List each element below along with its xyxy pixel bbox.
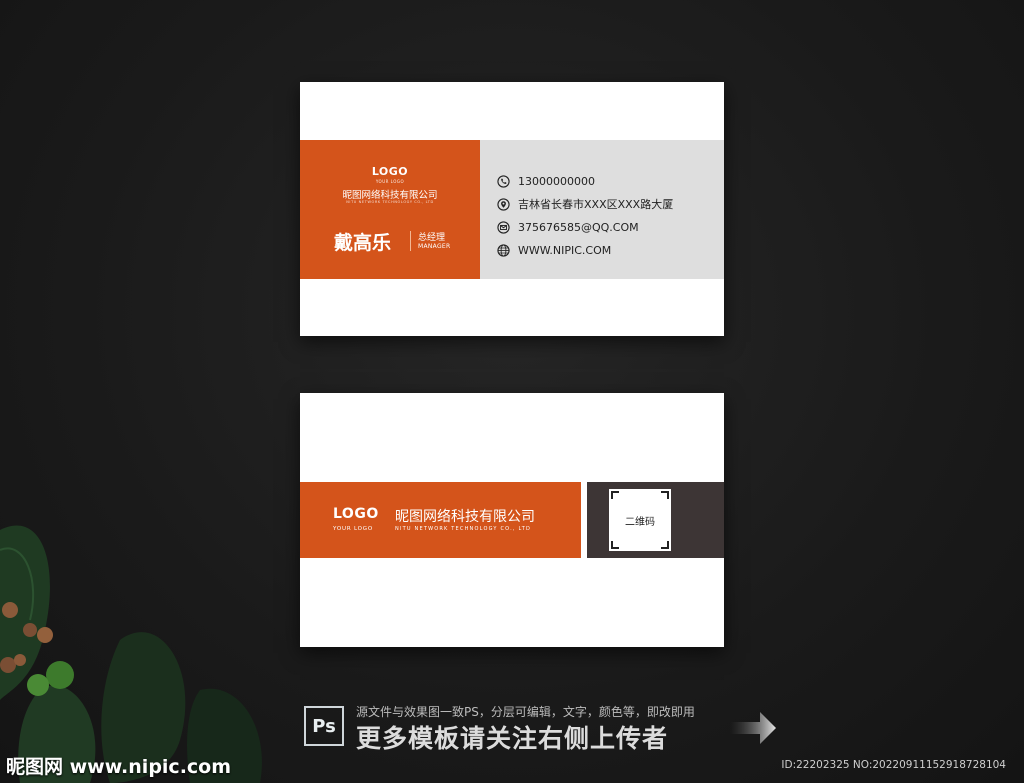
contact-website: WWW.NIPIC.COM — [497, 242, 611, 258]
person-name: 戴高乐 — [334, 232, 392, 254]
back-company-name-en: NITU NETWORK TECHNOLOGY CO., LTD — [395, 526, 532, 532]
contact-phone-text: 13000000000 — [518, 174, 595, 188]
contact-phone: 13000000000 — [497, 173, 595, 189]
site-watermark: 昵图网 www.nipic.com — [6, 756, 232, 778]
qr-code-placeholder: 二维码 — [609, 489, 671, 551]
location-pin-icon — [497, 197, 510, 211]
back-orange-band: LOGO YOUR LOGO 昵图网络科技有限公司 NITU NETWORK T… — [300, 482, 581, 558]
front-contact-panel: 13000000000 吉林省长春市XXX区XXX路大厦 375676585@Q… — [480, 140, 724, 279]
job-title: 总经理 — [418, 233, 446, 243]
back-dark-band: 二维码 — [587, 482, 724, 558]
photoshop-icon: Ps — [304, 706, 344, 746]
front-orange-panel: LOGO YOUR LOGO 昵图网络科技有限公司 NITU NETWORK T… — [300, 140, 480, 279]
globe-icon — [497, 243, 510, 257]
qr-corner-mark — [661, 541, 669, 549]
contact-address-text: 吉林省长春市XXX区XXX路大厦 — [518, 198, 674, 211]
arrow-right-icon — [730, 712, 776, 744]
front-logo: LOGO — [371, 165, 409, 178]
contact-email: 375676585@QQ.COM — [497, 219, 639, 235]
contact-address: 吉林省长春市XXX区XXX路大厦 — [497, 196, 673, 212]
front-logo-subtitle: YOUR LOGO — [375, 179, 405, 184]
phone-icon — [497, 174, 510, 188]
front-company-name-en: NITU NETWORK TECHNOLOGY CO., LTD — [346, 200, 434, 204]
qr-corner-mark — [611, 541, 619, 549]
footer-description: 源文件与效果图一致PS，分层可编辑，文字，颜色等，即改即用 — [356, 705, 695, 719]
name-title-divider — [410, 231, 411, 251]
footer-headline: 更多模板请关注右侧上传者 — [356, 724, 669, 753]
business-card-front: LOGO YOUR LOGO 昵图网络科技有限公司 NITU NETWORK T… — [300, 82, 724, 336]
front-company-name: 昵图网络科技有限公司 — [342, 190, 438, 201]
job-title-en: MANAGER — [418, 243, 451, 250]
back-company-name: 昵图网络科技有限公司 — [395, 509, 535, 525]
mail-icon — [497, 220, 510, 234]
contact-email-text: 375676585@QQ.COM — [518, 220, 639, 234]
business-card-back: LOGO YOUR LOGO 昵图网络科技有限公司 NITU NETWORK T… — [300, 393, 724, 647]
plant-decoration — [0, 525, 262, 783]
back-logo: LOGO — [333, 506, 379, 522]
qr-corner-mark — [611, 491, 619, 499]
back-logo-subtitle: YOUR LOGO — [333, 526, 373, 532]
qr-code-label: 二维码 — [625, 517, 655, 528]
contact-website-text: WWW.NIPIC.COM — [518, 243, 612, 257]
qr-corner-mark — [661, 491, 669, 499]
image-id-text: ID:22202325 NO:20220911152918728104 — [781, 759, 1006, 771]
